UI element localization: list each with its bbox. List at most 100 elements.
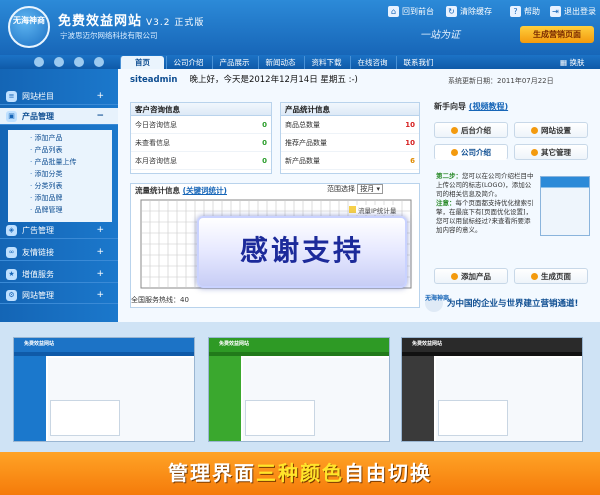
exit-icon: ⇥ <box>550 6 561 17</box>
thumb-chart <box>50 400 120 436</box>
submenu-brand-management[interactable]: 品牌管理 <box>30 205 62 215</box>
skin-switch-label: 换肤 <box>569 58 585 67</box>
logout-label: 退出登录 <box>564 7 596 16</box>
legend-swatch <box>349 206 356 213</box>
guide-tab-label: 其它管理 <box>541 148 571 157</box>
ads-icon: ◈ <box>6 224 17 236</box>
submenu-batch-upload[interactable]: 产品批量上传 <box>30 157 76 167</box>
guide-content: 第二步：您可以在公司介绍栏目中上传公司的标志(LOGO)，添加公司的相关信息及简… <box>436 172 536 235</box>
skin-switch[interactable]: ▦ 换肤 <box>560 56 584 69</box>
expand-icon: + <box>96 247 104 257</box>
expand-icon: + <box>96 91 104 101</box>
tab-products[interactable]: 产品展示 <box>212 56 256 69</box>
stat-label: 未查看信息 <box>135 139 170 147</box>
theme-thumbnail-green: 免费效益网站 <box>208 337 390 442</box>
slogan: 无海神商 为中国的企业与世界建立营销通道! <box>425 294 578 312</box>
thanks-overlay: 感谢支持 <box>197 216 407 288</box>
generate-marketing-button[interactable]: 生成营销页面 <box>520 26 594 43</box>
sidebar-item-links[interactable]: ∞ 友情链接 + <box>0 244 118 261</box>
sidebar-item-value-services[interactable]: ★ 增值服务 + <box>0 266 118 283</box>
add-product-button[interactable]: 添加产品 <box>434 268 508 284</box>
theme-thumbnail-black: 免费效益网站 <box>401 337 583 442</box>
guide-tab-site-settings[interactable]: 网站设置 <box>514 122 588 138</box>
signature-logo: 一站为证 <box>420 30 460 41</box>
tab-news[interactable]: 新闻动态 <box>258 56 302 69</box>
stat-row: 新产品数量 6 <box>281 152 419 170</box>
products-icon: ▣ <box>6 110 17 122</box>
refresh-icon: ↻ <box>446 6 457 17</box>
collapse-icon: − <box>96 111 104 121</box>
footer-highlight: 三种颜色 <box>256 461 344 485</box>
brand-title: 免费效益网站 V3.2 正式版 <box>58 10 204 29</box>
site-icon: ⚙ <box>6 289 17 301</box>
submenu-category-list[interactable]: 分类列表 <box>30 181 62 191</box>
stat-row: 今日咨询信息 0 <box>131 116 271 134</box>
stat-row: 推荐产品数量 10 <box>281 134 419 152</box>
stat-row: 本月咨询信息 0 <box>131 152 271 170</box>
generate-page-button[interactable]: 生成页面 <box>514 268 588 284</box>
front-link[interactable]: ⌂ 回到前台 <box>388 6 434 17</box>
front-link-label: 回到前台 <box>402 7 434 16</box>
tab-company[interactable]: 公司介绍 <box>166 56 210 69</box>
admin-screenshot: 无海神商 免费效益网站 V3.2 正式版 宁波思迈尔网络科技有限公司 ⌂ 回到前台 … <box>0 0 600 495</box>
thumb-title: 免费效益网站 <box>219 341 250 347</box>
sidebar-item-columns[interactable]: ≡ 网站栏目 + <box>0 88 118 105</box>
step-label: 第二步： <box>436 172 462 180</box>
guide-tab-backend[interactable]: 后台介绍 <box>434 122 508 138</box>
button-label: 添加产品 <box>461 272 491 281</box>
services-icon: ★ <box>6 268 17 280</box>
stat-value: 0 <box>262 157 267 165</box>
sidebar-item-label: 增值服务 <box>22 269 54 279</box>
submenu-add-product[interactable]: 添加产品 <box>30 133 62 143</box>
slogan-logo: 无海神商 <box>425 294 449 312</box>
tab-home[interactable]: 首页 <box>120 56 164 69</box>
username: siteadmin <box>130 75 178 85</box>
link-icon: ∞ <box>6 246 17 258</box>
company-name: 宁波思迈尔网络科技有限公司 <box>60 31 158 40</box>
rss-icon[interactable] <box>34 57 44 67</box>
home-icon: ⌂ <box>388 6 399 17</box>
stat-label: 推荐产品数量 <box>285 139 327 147</box>
footer-text-2: 自由切换 <box>344 461 432 485</box>
tab-consult[interactable]: 在线咨询 <box>350 56 394 69</box>
thumb-title: 免费效益网站 <box>24 341 55 347</box>
stat-value: 0 <box>262 121 267 129</box>
stat-value: 0 <box>262 139 267 147</box>
hotline-label: 全国服务热线：40 <box>131 296 189 304</box>
submenu-add-category[interactable]: 添加分类 <box>30 169 62 179</box>
legend-label: 流量IP统计量 <box>358 207 397 215</box>
thumb-title: 免费效益网站 <box>412 341 443 347</box>
tab-downloads[interactable]: 资料下载 <box>304 56 348 69</box>
sidebar-item-products[interactable]: ▣ 产品管理 − <box>0 108 118 125</box>
stat-label: 本月咨询信息 <box>135 157 177 165</box>
dot-icon <box>451 149 458 156</box>
help-label: 帮助 <box>524 7 540 16</box>
stat-label: 新产品数量 <box>285 157 320 165</box>
thumb-sidebar <box>209 356 241 441</box>
sidebar-item-label: 网站栏目 <box>22 91 54 101</box>
help-link[interactable]: ? 帮助 <box>510 6 540 17</box>
guide-tab-label: 网站设置 <box>541 126 571 135</box>
stat-value: 10 <box>405 121 415 129</box>
beginner-guide: 新手向导 (视频教程) 后台介绍 网站设置 公司介绍 其它管理 第二步：您可以在… <box>430 98 595 293</box>
guide-tab-company[interactable]: 公司介绍 <box>434 144 508 160</box>
customer-consult-title: 客户咨询信息 <box>131 103 271 116</box>
sidebar-item-ads[interactable]: ◈ 广告管理 + <box>0 222 118 239</box>
guide-tab-other[interactable]: 其它管理 <box>514 144 588 160</box>
tab-contact[interactable]: 联系我们 <box>396 56 440 69</box>
clear-cache-link[interactable]: ↻ 清除缓存 <box>446 6 492 17</box>
help-icon: ? <box>510 6 521 17</box>
submenu-product-list[interactable]: 产品列表 <box>30 145 62 155</box>
settings-icon[interactable] <box>54 57 64 67</box>
dot-icon <box>531 149 538 156</box>
button-label: 生成页面 <box>541 272 571 281</box>
mail-icon[interactable] <box>94 57 104 67</box>
logout-link[interactable]: ⇥ 退出登录 <box>550 6 596 17</box>
video-tutorial-link[interactable]: (视频教程) <box>469 102 508 111</box>
customer-consult-panel: 客户咨询信息 今日咨询信息 0 未查看信息 0 本月咨询信息 0 <box>130 102 272 174</box>
submenu-add-brand[interactable]: 添加品牌 <box>30 193 62 203</box>
columns-icon: ≡ <box>6 90 17 102</box>
globe-icon[interactable] <box>74 57 84 67</box>
sidebar-item-site-management[interactable]: ⚙ 网站管理 + <box>0 287 118 304</box>
stat-value: 6 <box>410 157 415 165</box>
